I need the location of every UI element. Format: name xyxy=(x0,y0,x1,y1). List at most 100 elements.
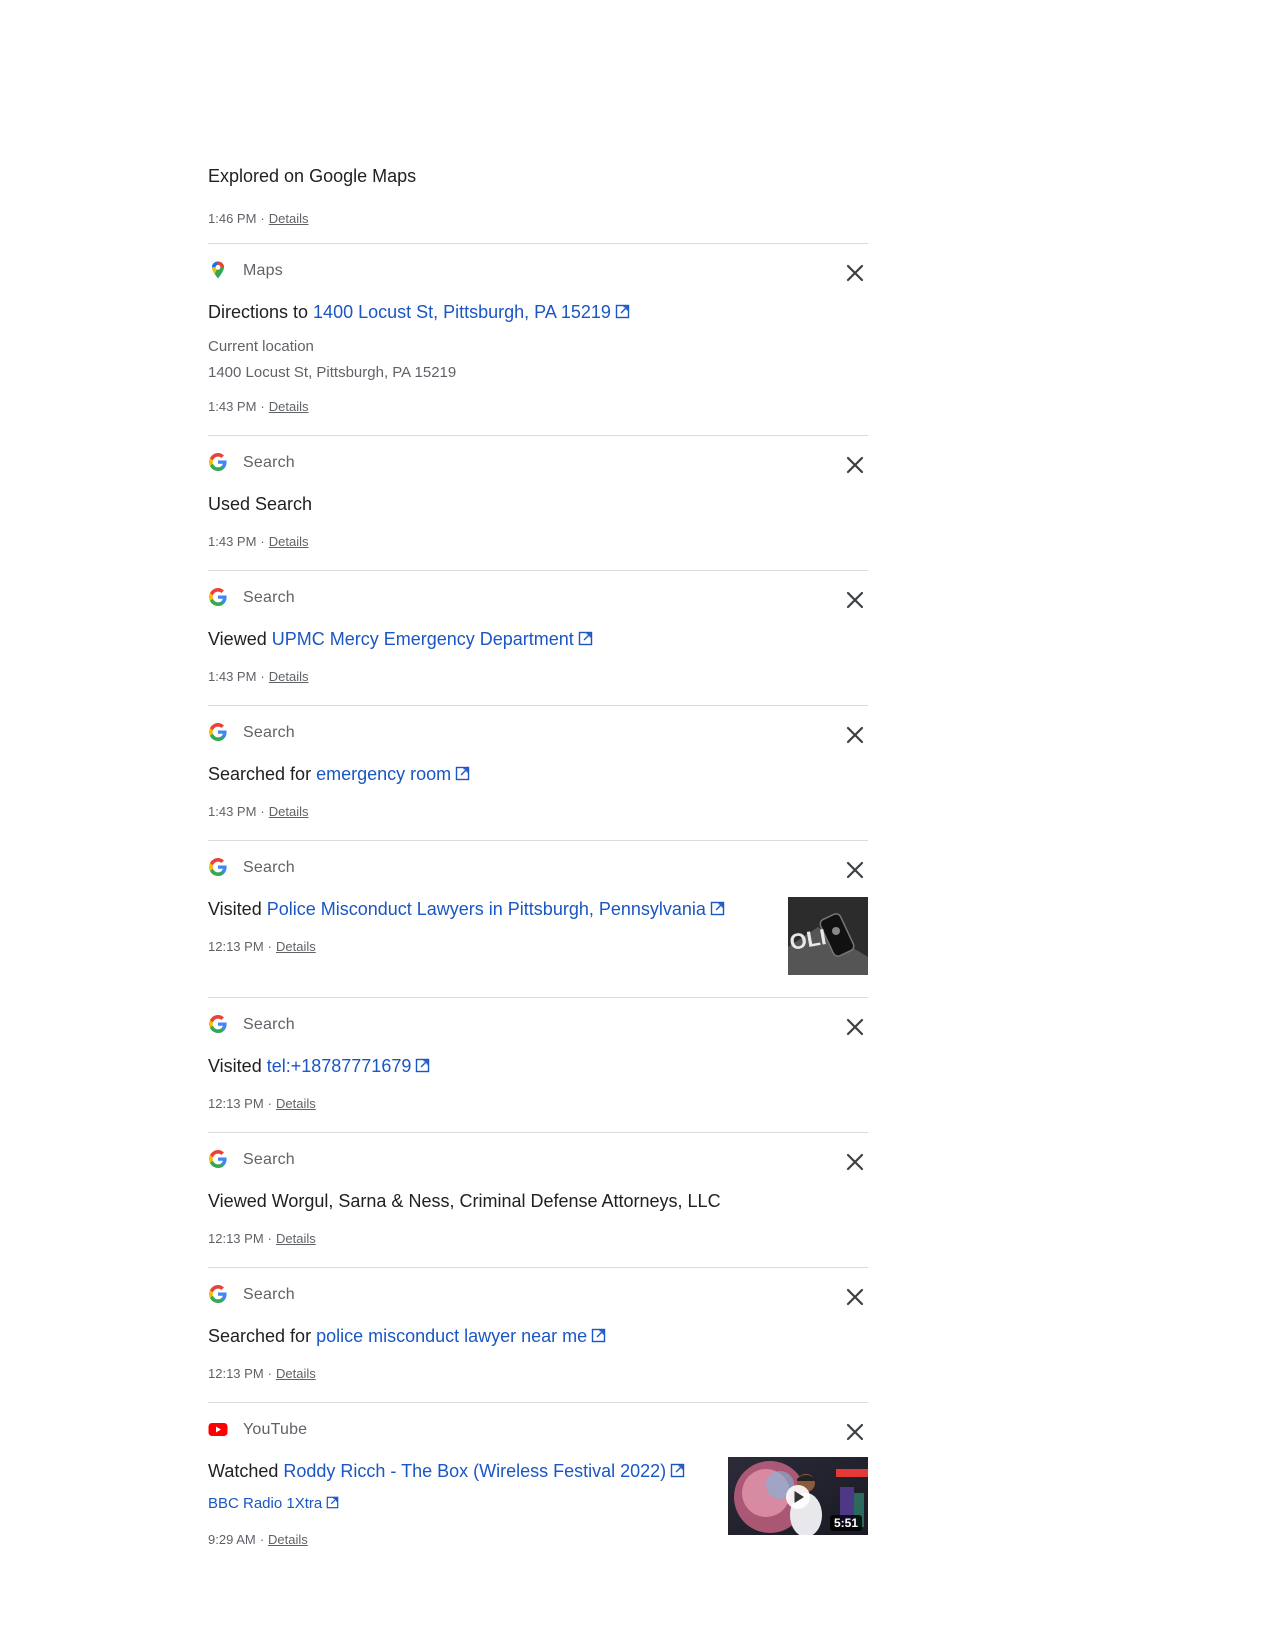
timestamp: 12:13 PM xyxy=(208,1096,264,1111)
product-name: Search xyxy=(243,589,295,606)
external-link-icon[interactable] xyxy=(615,304,630,319)
page-thumbnail[interactable]: OLI xyxy=(788,897,868,975)
activity-title: Watched Roddy Ricch - The Box (Wireless … xyxy=(208,1461,685,1482)
activity-link[interactable]: police misconduct lawyer near me xyxy=(316,1326,587,1346)
timestamp: 12:13 PM xyxy=(208,1231,264,1246)
external-link-icon[interactable] xyxy=(415,1058,430,1073)
close-icon xyxy=(846,591,864,609)
external-link-icon[interactable] xyxy=(591,1328,606,1343)
remove-button[interactable] xyxy=(844,1151,866,1173)
activity-card-youtube: YouTube Watched Roddy Ricch - The Box (W… xyxy=(208,1402,868,1572)
activity-meta: 12:13 PM · Details xyxy=(208,1096,316,1111)
product-name: Search xyxy=(243,1016,295,1033)
google-g-icon xyxy=(208,1014,228,1034)
google-g-icon xyxy=(208,1149,228,1169)
timestamp: 1:43 PM xyxy=(208,669,257,684)
close-icon xyxy=(846,1153,864,1171)
details-link[interactable]: Details xyxy=(276,1366,316,1381)
activity-title: Visited tel:+18787771679 xyxy=(208,1056,430,1077)
maps-pin-icon xyxy=(208,260,228,280)
product-name: Search xyxy=(243,1286,295,1303)
remove-button[interactable] xyxy=(844,1286,866,1308)
google-g-icon xyxy=(208,587,228,607)
activity-link[interactable]: emergency room xyxy=(316,764,451,784)
activity-card-search: Search Visited tel:+18787771679 12:13 PM… xyxy=(208,997,868,1133)
activity-card-maps: Maps Directions to 1400 Locust St, Pitts… xyxy=(208,243,868,436)
activity-link[interactable]: 1400 Locust St, Pittsburgh, PA 15219 xyxy=(313,302,611,322)
details-link[interactable]: Details xyxy=(269,211,309,226)
youtube-icon xyxy=(208,1419,228,1439)
details-link[interactable]: Details xyxy=(269,534,309,549)
details-link[interactable]: Details xyxy=(269,399,309,414)
product-name: Search xyxy=(243,1151,295,1168)
google-g-icon xyxy=(208,857,228,877)
external-link-icon[interactable] xyxy=(578,631,593,646)
external-link-icon[interactable] xyxy=(455,766,470,781)
activity-card-search: Search Viewed UPMC Mercy Emergency Depar… xyxy=(208,570,868,706)
remove-button[interactable] xyxy=(844,454,866,476)
activity-title: Viewed Worgul, Sarna & Ness, Criminal De… xyxy=(208,1191,721,1211)
close-icon xyxy=(846,1423,864,1441)
activity-title: Used Search xyxy=(208,494,313,514)
activity-link[interactable]: Police Misconduct Lawyers in Pittsburgh,… xyxy=(267,899,706,919)
destination-text: 1400 Locust St, Pittsburgh, PA 15219 xyxy=(208,364,457,381)
remove-button[interactable] xyxy=(844,262,866,284)
activity-link[interactable]: Roddy Ricch - The Box (Wireless Festival… xyxy=(283,1461,666,1481)
activity-card-search: Search Searched for emergency room 1:43 … xyxy=(208,705,868,841)
external-link-icon[interactable] xyxy=(670,1463,685,1478)
remove-button[interactable] xyxy=(844,589,866,611)
activity-meta: 1:43 PM · Details xyxy=(208,399,309,414)
activity-card-search: Search Viewed Worgul, Sarna & Ness, Crim… xyxy=(208,1132,868,1268)
activity-card-search: Search Searched for police misconduct la… xyxy=(208,1267,868,1403)
video-duration: 5:51 xyxy=(829,1515,862,1531)
remove-button[interactable] xyxy=(844,1421,866,1443)
activity-meta: 12:13 PM · Details xyxy=(208,1366,316,1381)
activity-title: Searched for emergency room xyxy=(208,764,470,785)
timestamp: 9:29 AM xyxy=(208,1532,256,1547)
close-icon xyxy=(846,726,864,744)
details-link[interactable]: Details xyxy=(269,804,309,819)
video-thumbnail[interactable]: 5:51 xyxy=(728,1457,868,1535)
close-icon xyxy=(846,1018,864,1036)
activity-meta: 12:13 PM · Details xyxy=(208,939,316,954)
activity-link[interactable]: tel:+18787771679 xyxy=(267,1056,412,1076)
timestamp: 1:43 PM xyxy=(208,534,257,549)
details-link[interactable]: Details xyxy=(276,1096,316,1111)
google-g-icon xyxy=(208,1284,228,1304)
external-link-icon[interactable] xyxy=(710,901,725,916)
channel-link[interactable]: BBC Radio 1Xtra xyxy=(208,1495,339,1512)
remove-button[interactable] xyxy=(844,859,866,881)
header-card: Explored on Google Maps 1:46 PM · Details xyxy=(208,162,868,244)
remove-button[interactable] xyxy=(844,724,866,746)
product-name: Maps xyxy=(243,262,283,279)
product-name: Search xyxy=(243,724,295,741)
details-link[interactable]: Details xyxy=(276,939,316,954)
google-g-icon xyxy=(208,452,228,472)
timestamp: 1:43 PM xyxy=(208,804,257,819)
activity-meta: 9:29 AM · Details xyxy=(208,1532,308,1547)
activity-title: Directions to 1400 Locust St, Pittsburgh… xyxy=(208,302,630,323)
activity-meta: 1:43 PM · Details xyxy=(208,669,309,684)
close-icon xyxy=(846,861,864,879)
product-name: YouTube xyxy=(243,1421,308,1438)
activity-meta: 12:13 PM · Details xyxy=(208,1231,316,1246)
activity-link[interactable]: UPMC Mercy Emergency Department xyxy=(272,629,574,649)
activity-card-search: Search Visited Police Misconduct Lawyers… xyxy=(208,840,868,998)
close-icon xyxy=(846,456,864,474)
activity-card-search: Search Used Search 1:43 PM · Details xyxy=(208,435,868,571)
product-name: Search xyxy=(243,859,295,876)
timestamp: 1:43 PM xyxy=(208,399,257,414)
activity-title: Viewed UPMC Mercy Emergency Department xyxy=(208,629,593,650)
timestamp: 12:13 PM xyxy=(208,1366,264,1381)
timestamp: 1:46 PM xyxy=(208,211,257,226)
remove-button[interactable] xyxy=(844,1016,866,1038)
close-icon xyxy=(846,264,864,282)
activity-meta: 1:43 PM · Details xyxy=(208,534,309,549)
details-link[interactable]: Details xyxy=(276,1231,316,1246)
activity-meta: 1:43 PM · Details xyxy=(208,804,309,819)
header-title: Explored on Google Maps xyxy=(208,166,417,186)
google-g-icon xyxy=(208,722,228,742)
details-link[interactable]: Details xyxy=(268,1532,308,1547)
details-link[interactable]: Details xyxy=(269,669,309,684)
timestamp: 12:13 PM xyxy=(208,939,264,954)
